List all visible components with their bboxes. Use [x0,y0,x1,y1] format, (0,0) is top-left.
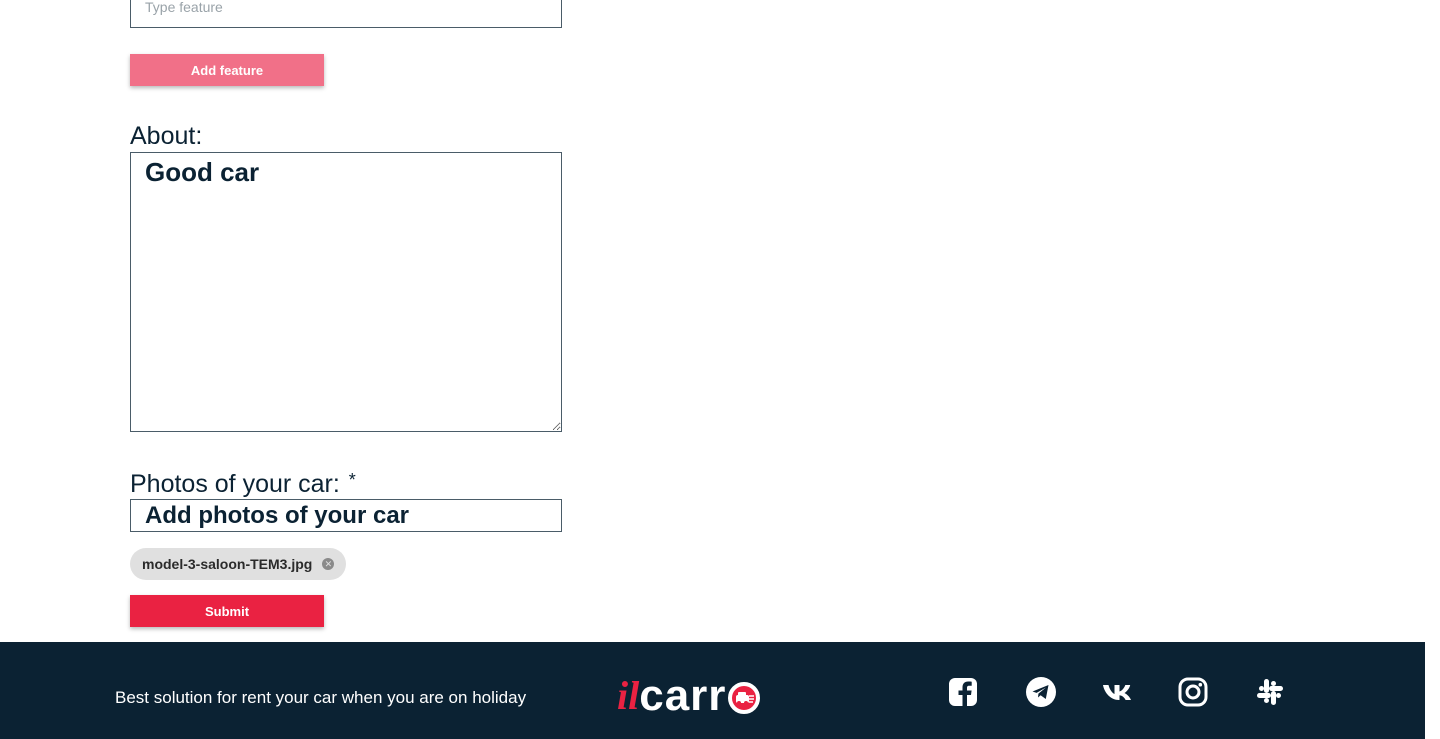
photos-label-text: Photos of your car: [130,470,340,498]
add-photos-field[interactable]: Add photos of your car [130,499,562,532]
required-mark: * [348,470,356,490]
file-chip-name: model-3-saloon-TEM3.jpg [142,556,313,572]
add-car-page: Add feature About: Good car Photos of yo… [0,0,1440,739]
ilcarro-logo[interactable]: il carr [617,671,761,720]
instagram-icon[interactable] [1177,676,1209,708]
slack-icon[interactable] [1254,676,1286,708]
feature-input[interactable] [130,0,562,28]
remove-file-icon[interactable]: ✕ [322,558,335,570]
add-photos-label: Add photos of your car [145,501,409,529]
facebook-icon[interactable] [947,676,979,708]
footer: Best solution for rent your car when you… [0,642,1425,739]
telegram-icon[interactable] [1025,676,1057,708]
logo-main: carr [639,671,727,720]
car-badge-icon [728,682,761,714]
add-feature-button[interactable]: Add feature [130,54,324,86]
logo-prefix: il [617,673,640,718]
submit-button[interactable]: Submit [130,595,324,627]
file-chip: model-3-saloon-TEM3.jpg ✕ [130,548,347,580]
about-textarea[interactable]: Good car [130,152,562,432]
about-label: About: [130,122,203,150]
photos-label: Photos of your car: * [130,470,356,499]
vk-icon[interactable] [1101,676,1137,708]
footer-tagline: Best solution for rent your car when you… [115,688,527,707]
